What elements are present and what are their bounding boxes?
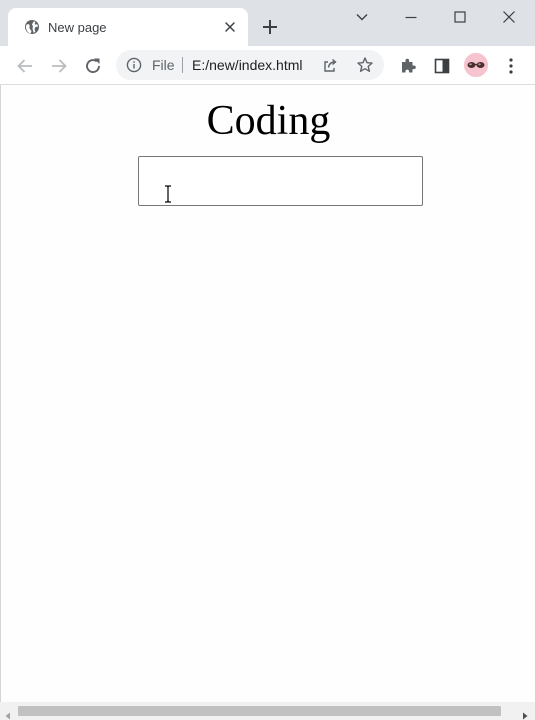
page-viewport: Coding <box>0 85 535 702</box>
scroll-left-icon[interactable] <box>4 707 12 720</box>
profile-avatar[interactable] <box>464 53 488 77</box>
url-text[interactable]: E:/new/index.html <box>192 57 303 73</box>
puzzle-icon[interactable] <box>397 55 419 77</box>
arrow-right-icon[interactable] <box>48 55 70 77</box>
browser-toolbar: File E:/new/index.html <box>0 46 535 85</box>
text-input[interactable] <box>138 156 423 206</box>
omnibox-divider <box>182 57 183 73</box>
browser-window: New page File E:/new/index.html Coding <box>0 0 535 720</box>
close-icon[interactable] <box>222 19 238 35</box>
tab-new-page[interactable]: New page <box>8 8 248 46</box>
scheme-chip: File <box>152 57 175 73</box>
page-title: Coding <box>206 98 331 144</box>
address-bar[interactable]: File E:/new/index.html <box>116 50 384 80</box>
horizontal-scrollbar[interactable] <box>0 702 535 720</box>
tab-strip: New page <box>0 0 535 46</box>
plus-icon[interactable] <box>261 18 279 36</box>
close-icon[interactable] <box>494 6 524 28</box>
star-icon[interactable] <box>356 56 374 74</box>
share-icon[interactable] <box>322 57 338 73</box>
side-panel-icon[interactable] <box>431 55 453 77</box>
scrollbar-thumb[interactable] <box>18 706 501 716</box>
minimize-icon[interactable] <box>396 6 426 28</box>
tab-title: New page <box>48 20 107 35</box>
scroll-right-icon[interactable] <box>521 707 529 720</box>
arrow-left-icon[interactable] <box>14 55 36 77</box>
tab-search-icon[interactable] <box>347 6 377 28</box>
maximize-icon[interactable] <box>445 6 475 28</box>
text-cursor-icon <box>163 185 173 203</box>
info-icon[interactable] <box>126 57 142 73</box>
reload-icon[interactable] <box>82 55 104 77</box>
kebab-menu-icon[interactable] <box>500 55 522 77</box>
globe-icon <box>24 19 40 35</box>
